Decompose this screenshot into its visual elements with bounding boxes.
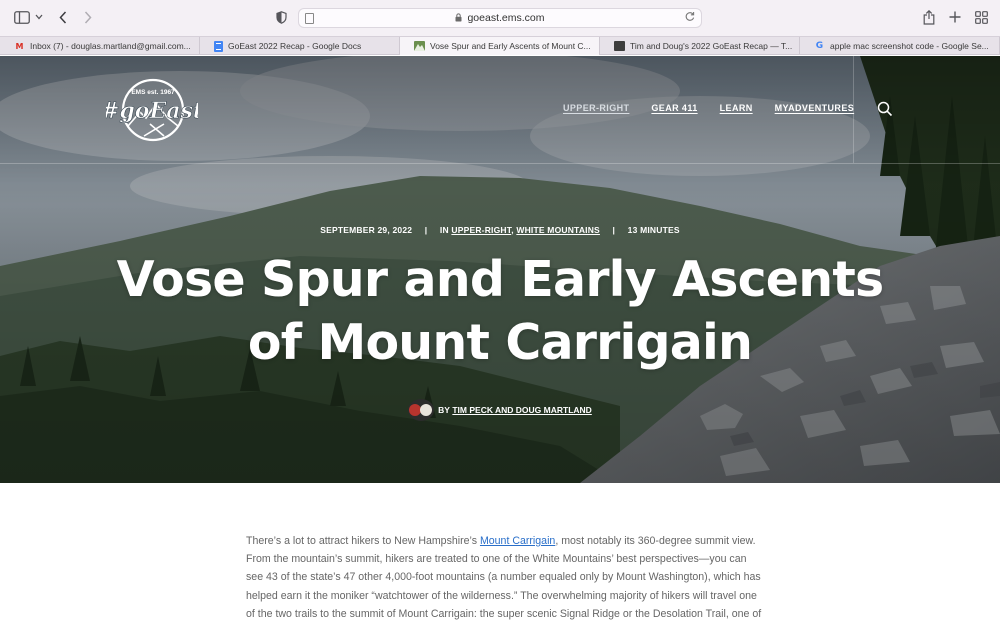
header-divider: [0, 163, 1000, 164]
forward-icon[interactable]: [84, 11, 92, 27]
tab-label: apple mac screenshot code - Google Se...: [830, 41, 989, 51]
privacy-shield-icon[interactable]: [276, 11, 287, 27]
category-prefix: IN: [439, 225, 449, 235]
article-line: There’s a lot to attract hikers to New H…: [246, 532, 758, 550]
google-docs-icon: [214, 40, 223, 52]
cube-icon: [614, 41, 625, 51]
nav-learn[interactable]: LEARN: [720, 103, 753, 113]
tab-label: Inbox (7) - douglas.martland@gmail.com..…: [30, 41, 191, 51]
category-white-mountains[interactable]: WHITE MOUNTAINS: [516, 225, 600, 235]
share-icon[interactable]: [923, 9, 935, 28]
hero-banner: EMS est. 1967 #goEast UPPER-RIGHT GEAR 4…: [0, 56, 1000, 483]
article-line: helped earn it the moniker “watchtower o…: [246, 589, 757, 602]
author-avatar[interactable]: [408, 399, 435, 421]
logo-wordmark: #goEast: [106, 98, 198, 124]
gmail-icon: M: [15, 41, 24, 51]
browser-toolbar: goeast.ems.com: [0, 0, 1000, 36]
post-meta: SEPTEMBER 29, 2022 | IN UPPER-RIGHT, WHI…: [0, 225, 1000, 235]
post-title-line2: of Mount Carrigain: [247, 314, 753, 371]
address-bar[interactable]: goeast.ems.com: [298, 8, 702, 28]
tab-bar: M Inbox (7) - douglas.martland@gmail.com…: [0, 36, 1000, 55]
page-icon: [305, 13, 314, 24]
author-link[interactable]: TIM PECK AND DOUG MARTLAND: [452, 405, 591, 415]
search-icon[interactable]: [877, 101, 893, 117]
article-text: , most notably its 360-degree summit vie…: [555, 535, 756, 547]
post-title-line1: Vose Spur and Early Ascents: [116, 251, 884, 308]
tab-google-docs[interactable]: GoEast 2022 Recap - Google Docs: [200, 37, 400, 55]
nav-upper-right[interactable]: UPPER-RIGHT: [563, 103, 629, 113]
tab-gmail-inbox[interactable]: M Inbox (7) - douglas.martland@gmail.com…: [0, 37, 200, 55]
category-separator: ,: [511, 225, 514, 235]
main-nav: UPPER-RIGHT GEAR 411 LEARN MYADVENTURES: [563, 103, 854, 113]
article-body: There’s a lot to attract hikers to New H…: [246, 532, 762, 623]
mount-carrigain-link[interactable]: Mount Carrigain: [480, 535, 555, 547]
meta-separator: |: [612, 225, 616, 235]
chevron-down-icon[interactable]: [35, 13, 43, 22]
lock-icon: [455, 12, 462, 24]
meta-separator: |: [424, 225, 428, 235]
nav-gear-411[interactable]: GEAR 411: [651, 103, 697, 113]
logo-tagline: EMS est. 1967: [131, 89, 175, 96]
read-time: 13 MINUTES: [627, 225, 680, 235]
tab-vose-spur[interactable]: Vose Spur and Early Ascents of Mount C..…: [400, 37, 600, 55]
post-title: Vose Spur and Early Ascents of Mount Car…: [100, 248, 900, 374]
article-line: From the mountain’s summit, hikers are t…: [246, 553, 747, 566]
by-prefix: BY: [438, 405, 450, 415]
goeast-logo[interactable]: EMS est. 1967 #goEast: [101, 74, 203, 146]
new-tab-icon[interactable]: [949, 11, 961, 26]
byline: BY TIM PECK AND DOUG MARTLAND: [0, 399, 1000, 421]
category-upper-right[interactable]: UPPER-RIGHT: [451, 225, 511, 235]
post-date: SEPTEMBER 29, 2022: [320, 225, 413, 235]
url-text: goeast.ems.com: [467, 12, 545, 24]
article-line: of the two trails to the summit of Mount…: [246, 607, 762, 620]
tab-goeast-recap[interactable]: Tim and Doug's 2022 GoEast Recap — T...: [600, 37, 800, 55]
reload-icon[interactable]: [685, 11, 695, 25]
tab-overview-icon[interactable]: [975, 11, 988, 27]
article-text: There’s a lot to attract hikers to New H…: [246, 535, 480, 547]
tab-label: GoEast 2022 Recap - Google Docs: [228, 41, 362, 51]
sidebar-toggle-icon[interactable]: [14, 11, 30, 27]
tab-google-search[interactable]: G apple mac screenshot code - Google Se.…: [800, 37, 1000, 55]
tab-label: Tim and Doug's 2022 GoEast Recap — T...: [630, 41, 793, 51]
tab-label: Vose Spur and Early Ascents of Mount C..…: [430, 41, 591, 51]
back-icon[interactable]: [59, 11, 67, 27]
mountain-icon: [414, 41, 425, 51]
google-icon: G: [815, 41, 824, 51]
article-line: see 43 of the state’s 47 other 4,000-foo…: [246, 571, 761, 584]
nav-myadventures[interactable]: MYADVENTURES: [775, 103, 854, 113]
